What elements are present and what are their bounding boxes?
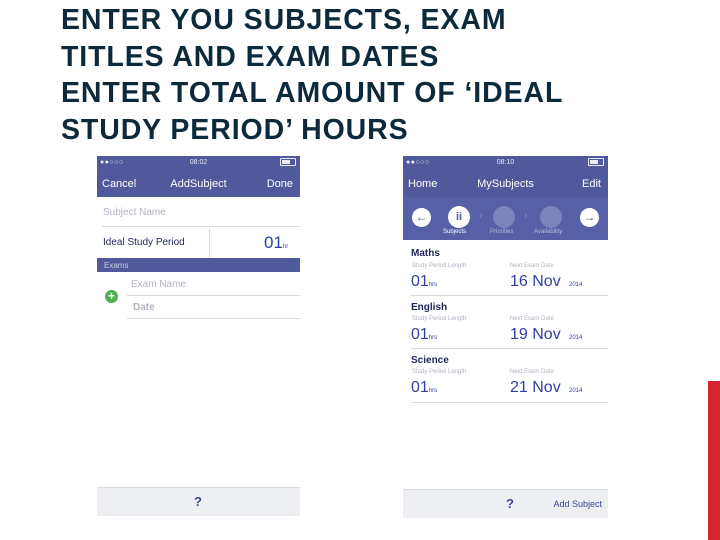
help-button[interactable]: ? [506,496,514,511]
step-label-priorities: Priorities [490,229,514,235]
my-subjects-screen: ●●○○○ 08:10 Home MySubjects Edit ← ii › … [403,156,608,518]
subject-name: Science [411,355,449,366]
title-line: ENTER YOU SUBJECTS, EXAM [61,4,507,36]
divider [411,295,608,296]
period-value: 01 [411,273,429,290]
date-caption: Next Exam Date [510,316,554,322]
add-exam-icon[interactable]: + [105,290,118,303]
period-unit: hrs [428,335,438,341]
priorities-step-icon[interactable] [493,206,515,228]
divider [127,295,300,296]
divider [411,402,608,403]
divider [209,229,210,257]
exam-name-input[interactable]: Exam Name [131,279,300,290]
bottom-toolbar: ? Add Subject [403,489,608,518]
exam-date: 19 Nov [510,326,561,343]
step-label-availability: Availability [534,229,563,235]
bottom-toolbar: ? [97,487,300,516]
help-button[interactable]: ? [194,494,202,509]
exams-section-header: Exams [97,258,300,272]
divider [127,318,300,319]
exam-year: 2014 [569,282,583,288]
title-line: ENTER TOTAL AMOUNT OF ‘IDEAL [61,77,564,109]
subjects-step-icon[interactable]: ii [448,206,470,228]
exams-header-label: Exams [104,261,129,270]
period-caption: Study Period Length [412,263,467,269]
exam-date: 21 Nov [510,379,561,396]
edit-button[interactable]: Edit [582,178,601,190]
back-arrow-icon[interactable]: ← [412,208,431,227]
subject-name: English [411,302,448,313]
period-caption: Study Period Length [412,369,467,375]
subject-name: Maths [411,248,440,259]
slide-title: ENTER YOU SUBJECTS, EXAM TITLES AND EXAM… [61,2,701,148]
period-value: 01 [411,379,429,396]
chevron-right-icon: › [479,210,483,221]
nav-bar: Home MySubjects Edit [403,170,608,197]
status-time: 08:10 [496,159,515,166]
availability-step-icon[interactable] [540,206,562,228]
study-period-unit: hr [282,244,289,250]
study-period-value: 01 [264,233,283,252]
add-subject-button[interactable]: Add Subject [553,499,602,509]
period-unit: hrs [428,282,438,288]
status-time: 08:02 [189,159,208,166]
battery-icon [588,158,604,166]
title-line: TITLES AND EXAM DATES [61,40,440,73]
date-caption: Next Exam Date [510,263,554,269]
add-subject-screen: ●●○○○ 08:02 Cancel AddSubject Done Subje… [97,156,300,516]
status-bar: ●●○○○ 08:02 [97,156,300,170]
exam-year: 2014 [569,388,583,394]
forward-arrow-icon[interactable]: → [580,208,599,227]
done-button[interactable]: Done [267,178,293,190]
status-bar: ●●○○○ 08:10 [403,156,608,170]
divider [411,348,608,349]
period-unit: hrs [428,388,438,394]
exam-date: 16 Nov [510,273,561,290]
subject-name-input[interactable]: Subject Name [103,207,300,218]
battery-icon [280,158,296,166]
nav-bar: Cancel AddSubject Done [97,170,300,197]
divider [102,226,300,227]
date-input[interactable]: Date [133,302,300,313]
study-period-stepper[interactable]: 01hr [264,233,288,253]
period-value: 01 [411,326,429,343]
chevron-right-icon: › [524,210,528,221]
period-caption: Study Period Length [412,316,467,322]
nav-title: MySubjects [477,178,534,190]
step-bar: ← ii › › → Subjects Priorities Availabil… [403,197,608,240]
title-line: STUDY PERIOD’ HOURS [61,113,409,146]
exam-year: 2014 [569,335,583,341]
accent-bar [708,381,720,540]
step-label-subjects: Subjects [443,229,467,235]
date-caption: Next Exam Date [510,369,554,375]
